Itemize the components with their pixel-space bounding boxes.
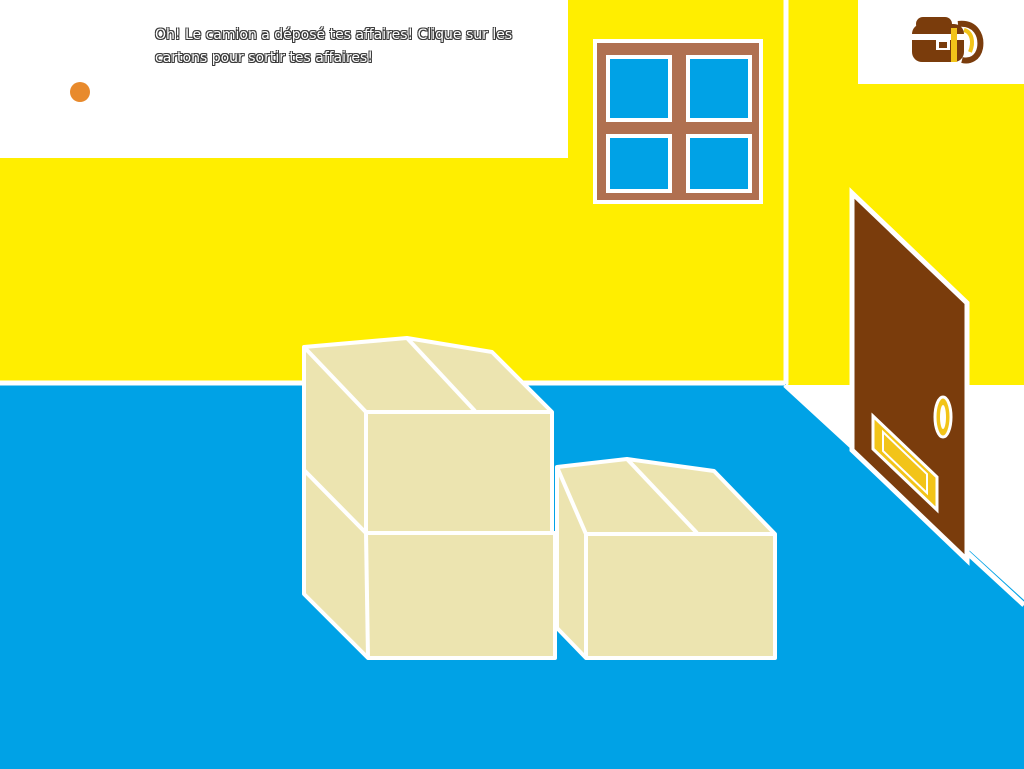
- box-stack-left[interactable]: [302, 336, 557, 660]
- window: [593, 39, 763, 204]
- backpack-icon: [912, 17, 984, 64]
- inventory-button[interactable]: [906, 14, 984, 68]
- message-panel: Oh! Le camion a déposé tes affaires! Cli…: [0, 0, 568, 158]
- indicator-dot: [70, 82, 90, 102]
- message-text: Oh! Le camion a déposé tes affaires! Cli…: [155, 27, 513, 66]
